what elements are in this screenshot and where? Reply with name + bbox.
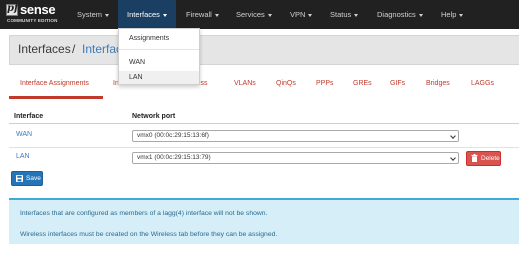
tab-bar: Interface Assignments In less VLANs QinQ… [9,72,519,99]
network-port-select-lan[interactable]: vmx1 (00:0c:29:15:13:79) [132,152,459,164]
network-port-select-wan[interactable]: vmx0 (00:0c:29:15:13:6f) [132,130,459,142]
breadcrumb-separator: / [72,42,76,56]
interface-link-wan[interactable]: WAN [16,131,32,138]
nav-firewall[interactable]: Firewall [186,0,219,29]
tab-ppps[interactable]: PPPs [316,80,334,87]
caret-down-icon [267,13,272,17]
nav-help[interactable]: Help [441,0,464,29]
nav-diagnostics-label: Diagnostics [377,10,416,19]
network-port-value-wan: vmx0 (00:0c:29:15:13:6f) [137,132,209,139]
info-panel: Interfaces that are configured as member… [9,198,519,244]
tab-gres[interactable]: GREs [353,80,372,87]
tab-interface-assignments[interactable]: Interface Assignments [20,80,89,87]
nav-status-label: Status [330,10,352,19]
caret-down-icon [105,13,110,17]
nav-vpn[interactable]: VPN [290,0,313,29]
breadcrumb: Interfaces / Interfac [9,35,519,65]
caret-down-icon [308,13,313,17]
tab-laggs[interactable]: LAGGs [471,80,494,87]
breadcrumb-root: Interfaces [18,42,71,56]
trash-icon [471,154,478,163]
nav-interfaces-label: Interfaces [127,10,160,19]
chevron-down-icon [450,133,456,139]
nav-vpn-label: VPN [290,10,306,19]
caret-down-icon [354,13,359,17]
nav-diagnostics[interactable]: Diagnostics [377,0,423,29]
nav-system-label: System [77,10,103,19]
logo-edition-text: COMMUNITY EDITION [7,18,58,23]
nav-firewall-label: Firewall [186,10,212,19]
breadcrumb-current[interactable]: Interfac [82,42,122,56]
header-interface: Interface [14,113,44,120]
header-network-port: Network port [132,113,176,120]
nav-services[interactable]: Services [236,0,272,29]
tab-bridges[interactable]: Bridges [426,80,450,87]
nav-services-label: Services [236,10,265,19]
interface-link-lan[interactable]: LAN [16,153,30,160]
tab-gifs[interactable]: GIFs [390,80,405,87]
caret-down-icon [162,13,167,17]
nav-help-label: Help [441,10,457,19]
tab-qinqs[interactable]: QinQs [276,80,296,87]
menu-item-lan[interactable]: LAN [119,71,199,84]
menu-item-assignments[interactable]: Assignments [119,32,199,45]
save-button[interactable]: Save [11,171,43,186]
save-button-label: Save [26,175,41,182]
caret-down-icon [418,13,423,17]
chevron-down-icon [450,155,456,161]
row-divider [9,147,519,148]
save-icon [16,174,23,182]
network-port-value-lan: vmx1 (00:0c:29:15:13:79) [137,154,211,161]
table-header-rule [9,123,519,124]
nav-system[interactable]: System [77,0,110,29]
interfaces-dropdown-menu: Assignments WAN LAN [118,28,200,85]
top-navbar: pf sense COMMUNITY EDITION System Interf… [0,0,519,29]
tab-vlans[interactable]: VLANs [234,80,256,87]
info-wireless-note: Wireless interfaces must be created on t… [20,231,278,238]
active-tab-indicator [9,96,103,99]
delete-button[interactable]: Delete [466,151,501,166]
menu-item-wan[interactable]: WAN [119,56,199,69]
logo-sense-text: sense [20,2,56,17]
logo-pf-text: pf [7,3,19,14]
nav-interfaces[interactable]: Interfaces [118,0,176,29]
menu-divider [119,49,199,50]
nav-status[interactable]: Status [330,0,359,29]
pfsense-logo[interactable]: pf sense COMMUNITY EDITION [6,2,62,26]
caret-down-icon [459,13,464,17]
caret-down-icon [214,13,219,17]
info-lagg-note: Interfaces that are configured as member… [20,210,268,217]
delete-button-label: Delete [481,155,500,162]
